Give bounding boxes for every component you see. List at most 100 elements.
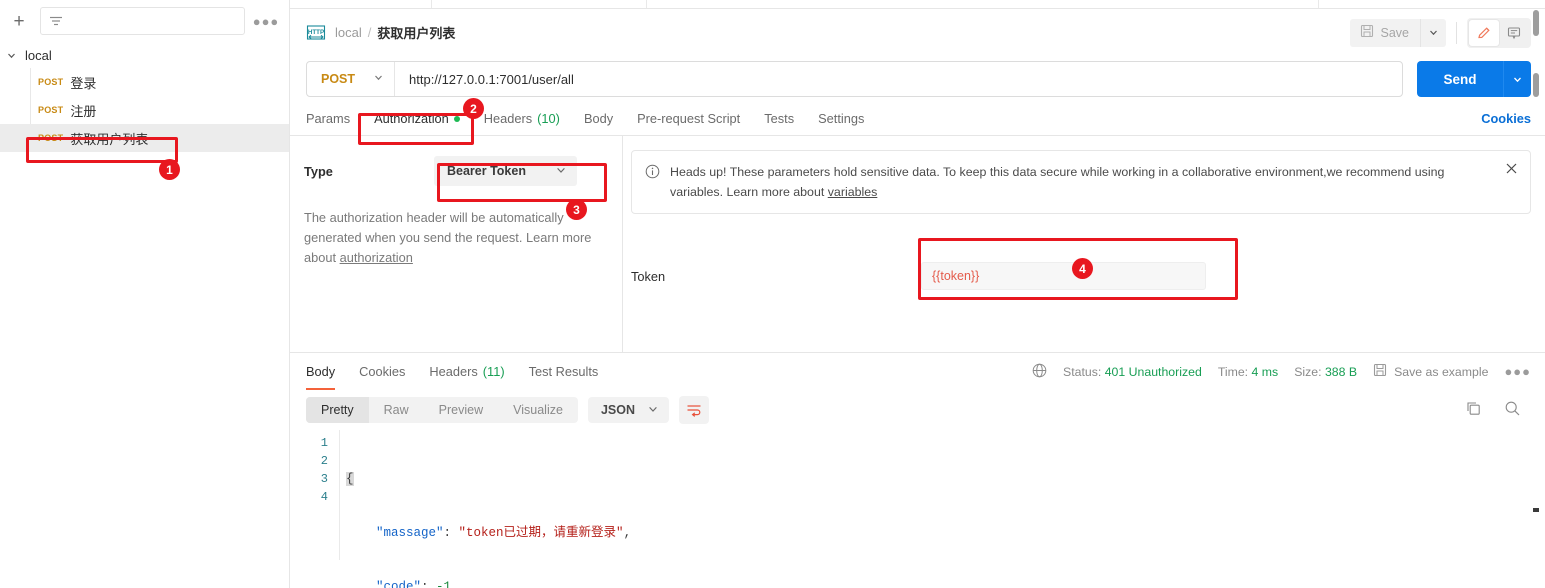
json-colon: : (421, 580, 437, 588)
close-icon[interactable] (1499, 162, 1518, 178)
save-label: Save (1380, 25, 1410, 40)
annotation-badge-3: 3 (566, 199, 587, 220)
sidebar-item-label: 获取用户列表 (70, 131, 149, 147)
cookies-link[interactable]: Cookies (1481, 111, 1531, 126)
size-label: Size: (1294, 364, 1322, 379)
plus-icon[interactable]: + (6, 8, 32, 34)
json-key: "code" (376, 580, 422, 588)
tab-body[interactable]: Body (572, 102, 625, 136)
tab-count: (10) (537, 111, 560, 126)
word-wrap-icon[interactable] (679, 396, 709, 424)
sidebar-item-login[interactable]: POST 登录 (0, 68, 289, 96)
response-tab-cookies[interactable]: Cookies (347, 353, 417, 390)
tab-label: Tests (764, 111, 795, 126)
tab-params[interactable]: Params (306, 102, 362, 136)
chevron-down-icon (647, 403, 659, 418)
send-group: Send (1417, 61, 1531, 97)
time-label: Time: (1217, 364, 1249, 379)
request-method-badge: POST (38, 77, 64, 87)
send-options-chevron-down-icon[interactable] (1503, 61, 1531, 97)
breadcrumb-row: HTTP local / 获取用户列表 Save (290, 9, 1545, 56)
chevron-down-icon (373, 72, 384, 86)
response-tab-test-results[interactable]: Test Results (517, 353, 611, 390)
json-string-value: "token已过期，请重新登录" (458, 526, 624, 540)
copy-icon[interactable] (1465, 400, 1482, 420)
save-group: Save (1349, 18, 1446, 47)
search-icon[interactable] (1504, 400, 1521, 420)
send-button[interactable]: Send (1417, 61, 1503, 97)
tab-label: Headers (429, 364, 478, 379)
comment-icon[interactable] (1499, 20, 1529, 46)
url-input[interactable]: http://127.0.0.1:7001/user/all (395, 72, 574, 87)
tab-count: (11) (482, 364, 505, 379)
sidebar-item-label: 注册 (70, 103, 97, 119)
tab-settings[interactable]: Settings (806, 102, 876, 136)
sidebar-collection-local[interactable]: local (0, 42, 289, 68)
sidebar-item-label: 登录 (70, 75, 97, 91)
json-key: "massage" (376, 526, 444, 540)
response-tab-body[interactable]: Body (306, 353, 347, 390)
tab-pre-request-script[interactable]: Pre-request Script (625, 102, 752, 136)
line-number: 4 (320, 490, 328, 504)
tab-label: Body (583, 111, 614, 126)
save-options-chevron-down-icon[interactable] (1420, 18, 1446, 47)
view-mode-pretty[interactable]: Pretty (306, 397, 369, 423)
tab-label: Authorization (374, 111, 449, 126)
json-comma: , (623, 526, 632, 540)
response-more-icon[interactable]: ●●● (1504, 364, 1531, 379)
sidebar-item-get-user-list[interactable]: POST 获取用户列表 (0, 124, 289, 152)
floppy-disk-icon (1373, 363, 1387, 380)
breadcrumb-collection[interactable]: local (335, 25, 362, 40)
auth-right-column: Heads up! These parameters hold sensitiv… (623, 136, 1545, 352)
pencil-icon[interactable] (1469, 19, 1499, 46)
save-button[interactable]: Save (1350, 19, 1421, 47)
json-number-value: -1 (436, 580, 452, 588)
token-label: Token (631, 268, 666, 284)
annotation-badge-2: 2 (463, 98, 484, 119)
method-selector[interactable]: POST (307, 62, 396, 96)
save-as-example-button[interactable]: Save as example (1373, 363, 1488, 380)
auth-description: The authorization header will be automat… (304, 208, 596, 268)
workspace-tabstrip (290, 0, 1545, 9)
response-scrollbar[interactable] (1533, 10, 1539, 588)
code-content[interactable]: { "massage": "token已过期，请重新登录", "code": -… (340, 430, 1545, 588)
chevron-down-icon (6, 50, 17, 61)
json-colon: : (443, 526, 459, 540)
token-input[interactable]: {{token}} (921, 262, 1206, 290)
breadcrumb-separator: / (367, 25, 372, 40)
sidebar-filter-input[interactable] (40, 7, 245, 35)
tab-authorization[interactable]: Authorization (362, 102, 472, 136)
tab-headers[interactable]: Headers (10) (472, 102, 572, 136)
heads-up-banner: Heads up! These parameters hold sensitiv… (631, 150, 1531, 214)
view-mode-preview[interactable]: Preview (424, 397, 498, 423)
line-number: 1 (320, 436, 328, 450)
tab-label: Params (306, 111, 351, 126)
response-body-code[interactable]: 1 2 3 4 { "massage": "token已过期，请重新登录", "… (290, 430, 1545, 588)
authorization-link[interactable]: authorization (340, 250, 413, 265)
variables-link[interactable]: variables (828, 185, 878, 199)
tab-label: Body (306, 364, 336, 379)
method-label: POST (321, 72, 356, 86)
response-tab-headers[interactable]: Headers (11) (417, 353, 516, 390)
sidebar-more-icon[interactable]: ●●● (253, 8, 279, 34)
view-mode-visualize[interactable]: Visualize (498, 397, 578, 423)
format-select[interactable]: JSON (587, 397, 669, 423)
line-number: 2 (320, 454, 328, 468)
globe-icon (1032, 363, 1047, 381)
code-line: "massage": "token已过期，请重新登录", (346, 524, 1545, 542)
auth-type-row: Type Bearer Token (304, 154, 600, 188)
tab-tests[interactable]: Tests (752, 102, 806, 136)
view-mode-raw[interactable]: Raw (369, 397, 424, 423)
auth-type-select[interactable]: Bearer Token (434, 156, 577, 186)
floppy-disk-icon (1360, 24, 1374, 41)
scrollbar-marker (1533, 508, 1539, 512)
view-toggle-group (1467, 17, 1531, 48)
http-icon: HTTP (306, 24, 326, 41)
main-area: HTTP local / 获取用户列表 Save POST http://127… (290, 0, 1545, 588)
response-format-bar: Pretty Raw Preview Visualize JSON (290, 390, 1545, 430)
info-circle-icon (645, 162, 660, 182)
auth-left-column: Type Bearer Token The authorization head… (290, 136, 623, 352)
sidebar-item-register[interactable]: POST 注册 (0, 96, 289, 124)
auth-type-value: Bearer Token (447, 164, 526, 178)
time-badge: Time: 4 ms (1218, 365, 1278, 379)
